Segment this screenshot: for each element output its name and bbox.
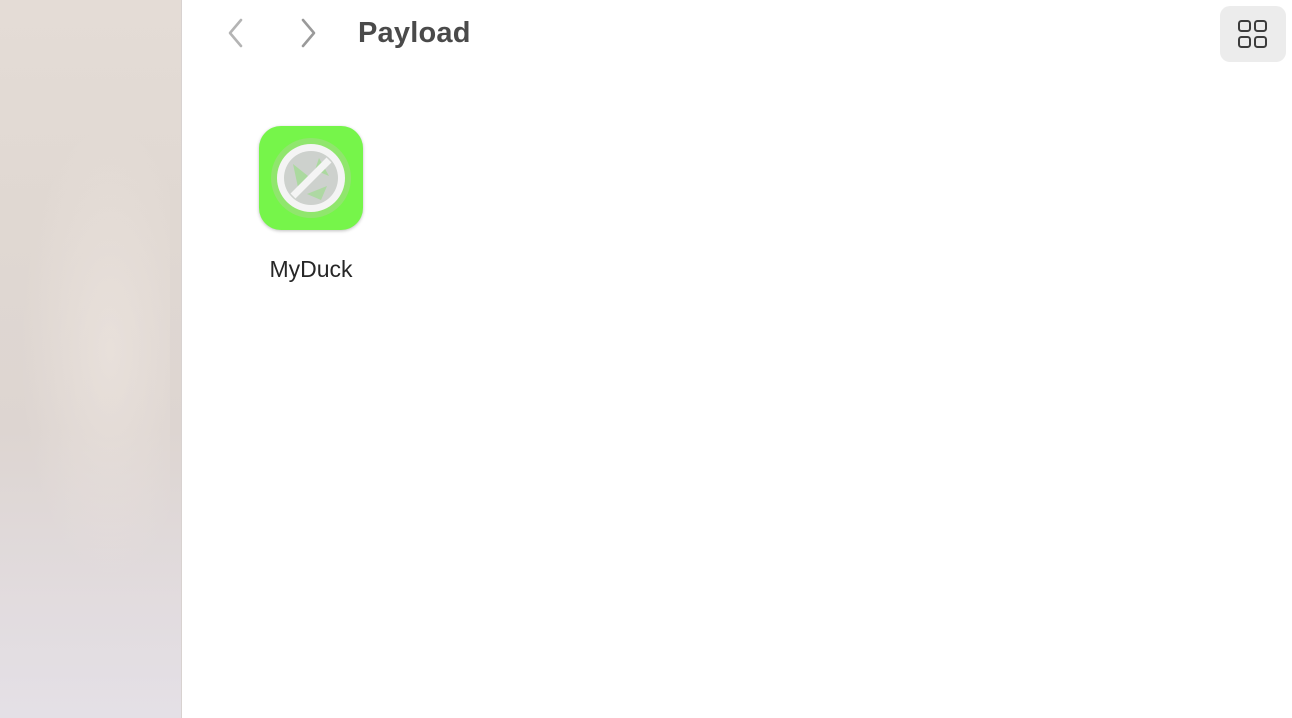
view-toggle-button[interactable] bbox=[1220, 6, 1286, 62]
app-icon[interactable] bbox=[259, 126, 363, 230]
main-content: Payload MyDuck bbox=[182, 0, 1292, 718]
file-item[interactable]: MyDuck bbox=[252, 120, 370, 296]
window-title: Payload bbox=[358, 17, 471, 49]
forward-button[interactable] bbox=[290, 14, 326, 52]
sidebar-background bbox=[20, 120, 170, 580]
back-button[interactable] bbox=[218, 14, 254, 52]
sidebar bbox=[0, 0, 182, 718]
chevron-left-icon bbox=[228, 18, 243, 48]
file-name-label: MyDuck bbox=[269, 256, 353, 282]
prohibited-app-icon bbox=[271, 138, 351, 218]
grid-view-icon bbox=[1238, 20, 1267, 48]
finder-window: Payload MyDuck bbox=[0, 0, 1292, 718]
chevron-right-icon bbox=[301, 18, 316, 48]
